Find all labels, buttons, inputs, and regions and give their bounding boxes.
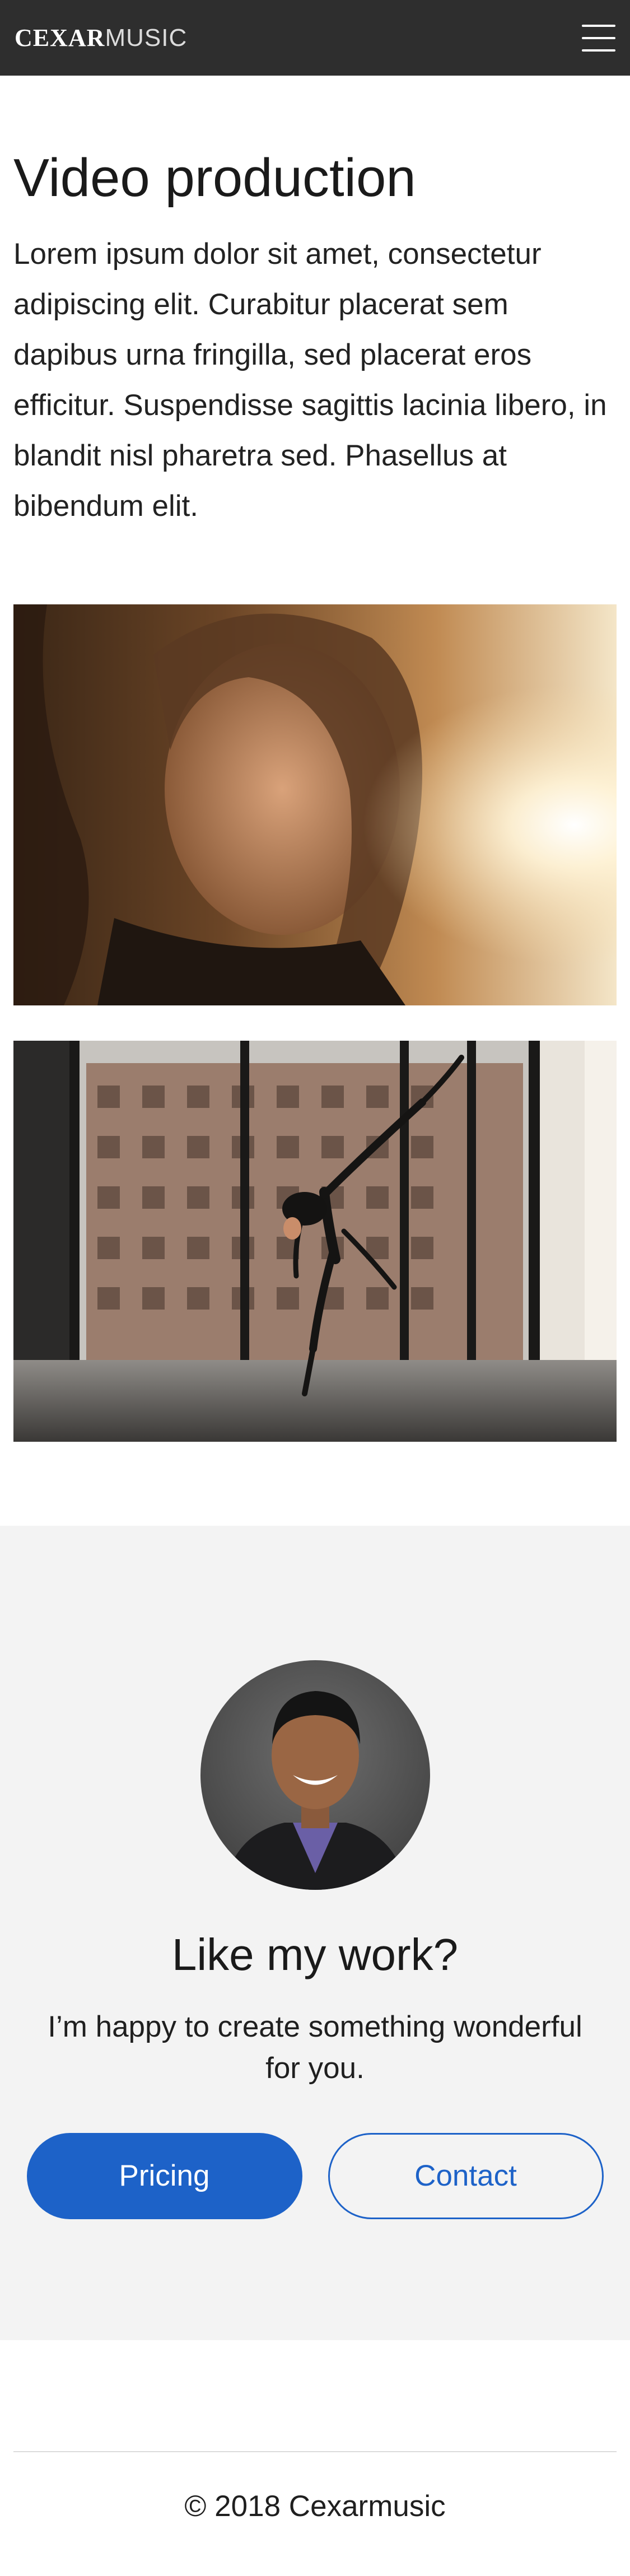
intro-paragraph: Lorem ipsum dolor sit amet, consectetur … (13, 237, 607, 523)
page-title: Video production (13, 148, 416, 208)
pricing-button[interactable]: Pricing (26, 2132, 302, 2219)
footer-divider (13, 2451, 617, 2452)
menu-line (582, 49, 615, 52)
contact-button[interactable]: Contact (328, 2132, 604, 2219)
brand-name-light: MUSIC (105, 24, 188, 52)
cta-text: I’m happy to create something wonderful … (48, 2010, 582, 2085)
avatar (200, 1660, 430, 1890)
main-content: Video production Lorem ipsum dolor sit a… (0, 148, 630, 1442)
contact-cta-section: Like my work? I’m happy to create someth… (0, 1525, 630, 2340)
brand-name-bold: CEXAR (15, 24, 105, 52)
hamburger-menu-icon[interactable] (582, 24, 615, 52)
dancer-closeup-photo (13, 604, 617, 1005)
brand-logo[interactable]: CEXARMUSIC (15, 24, 187, 52)
dancer-studio-photo (13, 1040, 617, 1442)
copyright-text: © 2018 Cexarmusic (184, 2489, 446, 2523)
menu-line (582, 24, 615, 27)
navbar: CEXARMUSIC (0, 0, 630, 76)
cta-title: Like my work? (171, 1929, 459, 1979)
cta-buttons: Pricing Contact (26, 2132, 604, 2219)
menu-line (582, 36, 615, 39)
footer: © 2018 Cexarmusic (0, 2451, 630, 2557)
